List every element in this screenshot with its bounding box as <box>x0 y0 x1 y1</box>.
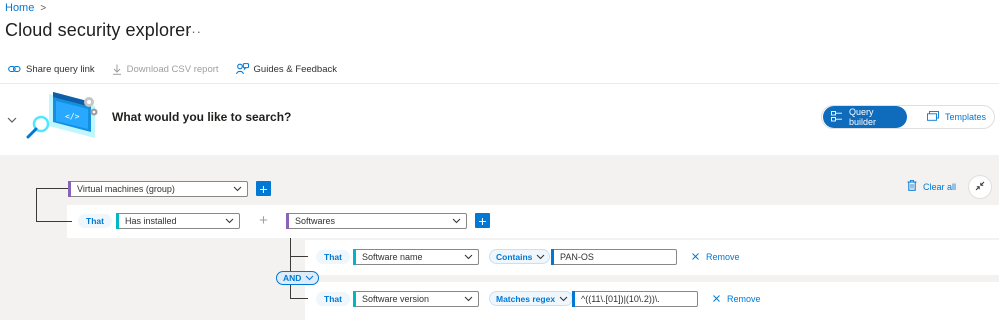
close-icon <box>713 294 720 304</box>
tree-line <box>36 188 37 222</box>
property-select[interactable]: Software name <box>353 249 479 265</box>
trash-icon <box>907 180 917 193</box>
chevron-down-icon <box>461 254 475 260</box>
query-builder-label: Query builder <box>849 107 877 127</box>
tree-line <box>290 298 308 299</box>
relation-select-value: Has installed <box>125 216 177 226</box>
remove-label: Remove <box>706 252 740 262</box>
chevron-down-icon <box>222 218 236 224</box>
guides-feedback-label: Guides & Feedback <box>253 63 337 75</box>
entity-select[interactable]: Virtual machines (group) <box>68 181 248 197</box>
remove-condition-button[interactable]: Remove <box>713 294 761 304</box>
property-select[interactable]: Software version <box>353 291 479 307</box>
templates-icon <box>927 111 939 123</box>
chevron-down-icon <box>230 186 244 192</box>
divider <box>0 83 999 84</box>
view-toggle: Query builder Templates <box>821 105 995 129</box>
add-condition-button[interactable]: + <box>256 181 271 196</box>
page-title: Cloud security explorer <box>5 20 192 40</box>
entity-select-value: Virtual machines (group) <box>77 184 175 194</box>
plus-icon: + <box>259 180 268 197</box>
tree-line <box>290 238 291 298</box>
operator-select-value: Contains <box>496 251 533 262</box>
blue-accent-bar <box>572 291 575 307</box>
templates-label: Templates <box>944 112 986 122</box>
close-icon <box>692 252 699 262</box>
teal-accent-bar <box>353 291 356 307</box>
search-explorer-illustration: </> <box>25 88 101 149</box>
relation-select[interactable]: Has installed <box>116 213 240 229</box>
teal-accent-bar <box>353 249 356 265</box>
value-input[interactable]: ^((11\.[01])|(10\.2))\. <box>572 291 698 307</box>
chevron-down-icon[interactable] <box>7 111 17 129</box>
download-icon <box>112 64 122 75</box>
purple-accent-bar <box>286 213 289 229</box>
link-icon <box>8 64 21 74</box>
property-select-value: Software name <box>362 252 423 262</box>
operator-select-value: Matches regex <box>496 293 556 304</box>
clear-all-button[interactable]: Clear all <box>907 180 956 193</box>
collapse-arrows-icon <box>975 178 985 196</box>
breadcrumb: Home > <box>5 2 46 14</box>
tree-line <box>36 221 72 222</box>
chevron-down-icon <box>461 296 475 302</box>
property-select-value: Software version <box>362 294 430 304</box>
share-query-link-button[interactable]: Share query link <box>8 64 95 75</box>
download-csv-label: Download CSV report <box>126 63 219 75</box>
chevron-down-icon <box>536 252 545 262</box>
add-relation-button-disabled[interactable]: + <box>256 212 271 229</box>
add-target-condition-button[interactable]: + <box>475 213 490 228</box>
tree-line <box>290 256 308 257</box>
operator-select[interactable]: Contains <box>489 249 551 264</box>
breadcrumb-home-link[interactable]: Home <box>5 2 34 14</box>
svg-text:</>: </> <box>65 112 80 121</box>
tree-line <box>36 188 68 189</box>
that-label: That <box>78 214 112 228</box>
command-bar: Share query link Download CSV report Gui… <box>8 63 354 75</box>
people-feedback-icon <box>235 63 249 75</box>
chevron-down-icon <box>449 218 463 224</box>
more-options-button[interactable]: ··· <box>186 24 202 39</box>
chevron-down-icon <box>559 294 568 304</box>
plus-icon: + <box>259 212 268 229</box>
that-label: That <box>316 250 350 264</box>
logical-operator-select[interactable]: AND <box>276 271 320 285</box>
clear-all-label: Clear all <box>923 181 957 192</box>
purple-accent-bar <box>68 181 71 197</box>
operator-select[interactable]: Matches regex <box>489 291 574 306</box>
remove-label: Remove <box>727 294 761 304</box>
value-input-text: ^((11\.[01])|(10\.2))\. <box>581 294 660 304</box>
search-question-heading: What would you like to search? <box>112 110 292 124</box>
download-csv-button[interactable]: Download CSV report <box>112 64 219 75</box>
query-builder-toggle[interactable]: Query builder <box>823 106 907 128</box>
query-builder-icon <box>831 110 843 124</box>
chevron-down-icon <box>305 273 314 283</box>
share-query-link-label: Share query link <box>26 63 95 75</box>
minimize-button[interactable] <box>968 175 992 199</box>
value-input[interactable]: PAN-OS <box>551 249 677 265</box>
value-input-text: PAN-OS <box>560 252 594 262</box>
guides-feedback-button[interactable]: Guides & Feedback <box>235 63 337 75</box>
target-entity-select[interactable]: Softwares <box>286 213 467 229</box>
templates-toggle[interactable]: Templates <box>907 106 994 128</box>
chevron-right-icon: > <box>40 2 47 14</box>
plus-icon: + <box>478 212 487 229</box>
target-entity-select-value: Softwares <box>295 216 336 226</box>
remove-condition-button[interactable]: Remove <box>692 252 740 262</box>
blue-accent-bar <box>551 249 554 265</box>
teal-accent-bar <box>116 213 119 229</box>
that-label: That <box>316 292 350 306</box>
logical-operator-value: AND <box>283 273 302 283</box>
